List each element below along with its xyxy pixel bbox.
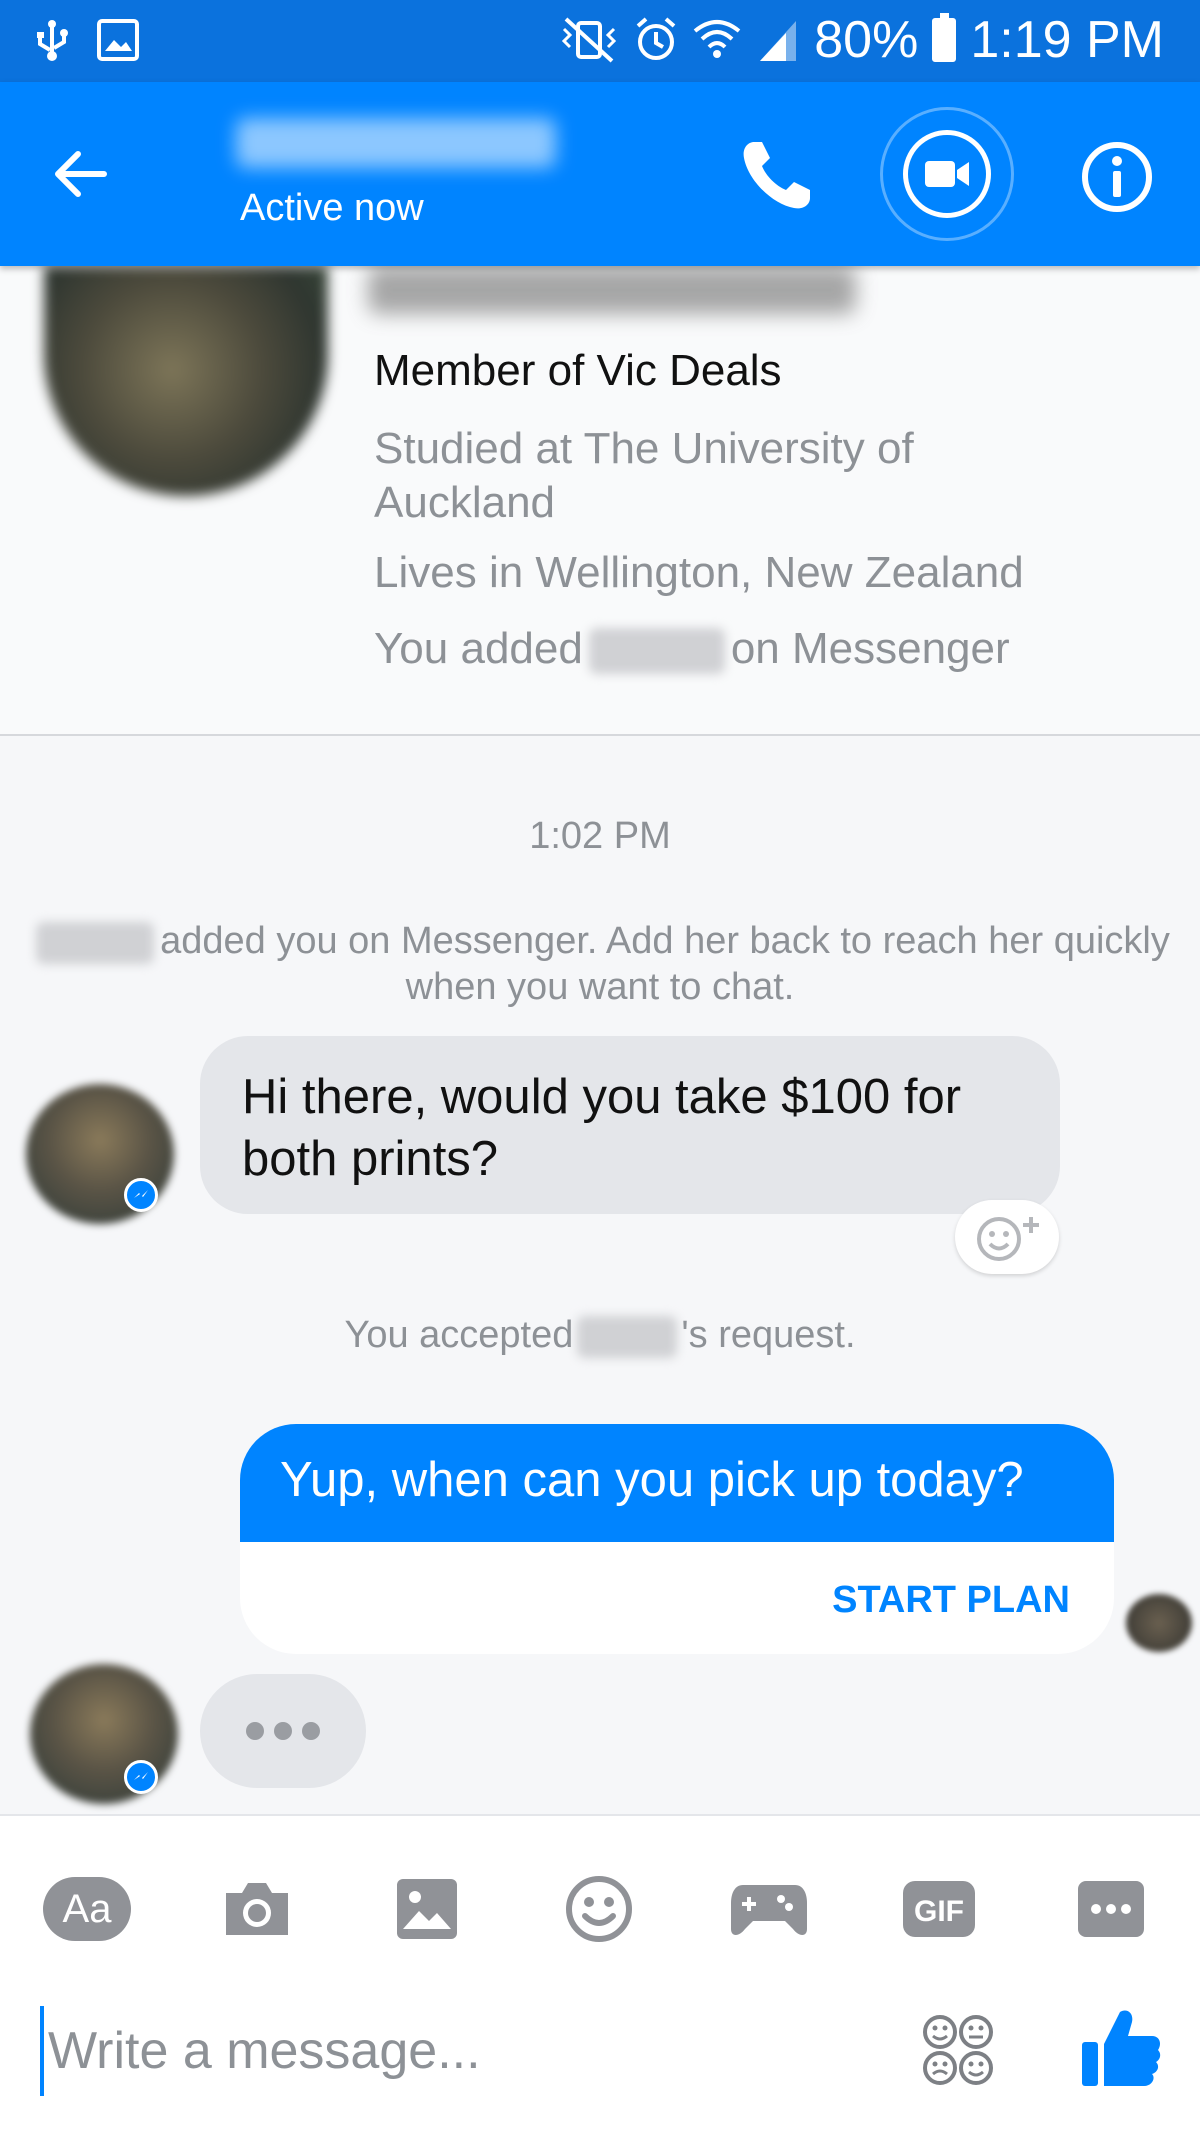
message-input[interactable] (40, 2006, 860, 2096)
typing-dot (246, 1722, 264, 1740)
outgoing-message-text: Yup, when can you pick up today? (240, 1424, 1114, 1542)
contact-name[interactable] (236, 118, 556, 168)
video-camera-icon (925, 161, 969, 187)
profile-name (368, 266, 856, 314)
redacted-name (588, 628, 725, 675)
gallery-icon (397, 1879, 457, 1939)
emoji-button[interactable] (554, 1864, 644, 1954)
thumbs-up-icon[interactable] (1080, 2006, 1162, 2090)
text-format-icon: Aa (43, 1877, 131, 1941)
profile-studied-line2: Auckland (374, 478, 556, 527)
add-reaction-icon (977, 1217, 1039, 1261)
redacted-name (577, 1315, 678, 1358)
redacted-name (36, 921, 155, 964)
messenger-badge-icon (124, 1760, 158, 1794)
active-status: Active now (240, 187, 424, 229)
status-bar: 80% 1:19 PM (0, 0, 1200, 82)
signal-icon (760, 21, 797, 61)
start-plan-button[interactable]: START PLAN (832, 1579, 1070, 1622)
image-icon (97, 19, 139, 61)
profile-avatar[interactable] (44, 266, 328, 496)
system-message-accepted: You accepted 's request. (0, 1312, 1200, 1359)
gallery-button[interactable] (382, 1864, 472, 1954)
outgoing-message-bubble[interactable]: Yup, when can you pick up today? START P… (240, 1424, 1114, 1654)
chat-header: Active now (0, 82, 1200, 266)
profile-studied-line1: Studied at The University of (374, 424, 914, 473)
profile-lives-in: Lives in Wellington, New Zealand (374, 548, 1024, 597)
incoming-message-line1: Hi there, would you take $100 for (242, 1070, 962, 1124)
camera-button[interactable] (212, 1864, 302, 1954)
back-arrow-icon[interactable] (48, 142, 112, 206)
incoming-message-line2: both prints? (242, 1132, 499, 1186)
profile-card: Member of Vic Deals Studied at The Unive… (0, 266, 1200, 736)
alarm-icon (636, 17, 676, 60)
clock: 1:19 PM (970, 11, 1164, 69)
incoming-message-bubble[interactable]: Hi there, would you take $100 for both p… (200, 1036, 1060, 1214)
phone-icon[interactable] (736, 136, 816, 216)
vibrate-mute-icon (562, 17, 617, 63)
gif-button[interactable]: GIF (894, 1864, 984, 1954)
typing-indicator (200, 1674, 366, 1788)
accepted-prefix: You accepted (344, 1314, 574, 1356)
add-reaction-button[interactable] (955, 1200, 1059, 1274)
typing-dot (302, 1722, 320, 1740)
games-button[interactable] (724, 1864, 814, 1954)
added-prefix: You added (374, 624, 583, 673)
accepted-suffix: 's request. (681, 1314, 856, 1356)
profile-member-of: Member of Vic Deals (374, 346, 782, 395)
messenger-badge-icon (124, 1178, 158, 1212)
camera-icon (226, 1883, 288, 1935)
system-added-text: added you on Messenger. Add her back to … (160, 920, 1170, 962)
gif-icon: GIF (903, 1881, 975, 1937)
seen-receipt-avatar (1126, 1594, 1192, 1652)
battery-percent: 80% (814, 11, 919, 69)
composer: Aa GIF (0, 1814, 1200, 2133)
game-controller-icon (731, 1885, 807, 1935)
info-icon[interactable] (1080, 140, 1154, 214)
typing-dot (274, 1722, 292, 1740)
battery-icon (932, 13, 957, 62)
system-message-added: added you on Messenger. Add her back to … (0, 918, 1200, 965)
added-suffix: on Messenger (730, 624, 1010, 673)
usb-icon (37, 20, 68, 61)
emoji-icon (566, 1876, 632, 1942)
message-timestamp: 1:02 PM (529, 815, 671, 857)
text-format-button[interactable]: Aa (42, 1864, 132, 1954)
sticker-icon[interactable] (920, 2012, 996, 2088)
profile-added-on-messenger: You added on Messenger (374, 622, 1010, 676)
more-button[interactable] (1066, 1864, 1156, 1954)
svg-text:GIF: GIF (914, 1895, 964, 1928)
more-icon (1078, 1881, 1144, 1937)
video-call-button[interactable] (880, 107, 1014, 241)
system-message-added-line2: when you want to chat. (405, 966, 795, 1008)
wifi-icon (693, 20, 741, 58)
